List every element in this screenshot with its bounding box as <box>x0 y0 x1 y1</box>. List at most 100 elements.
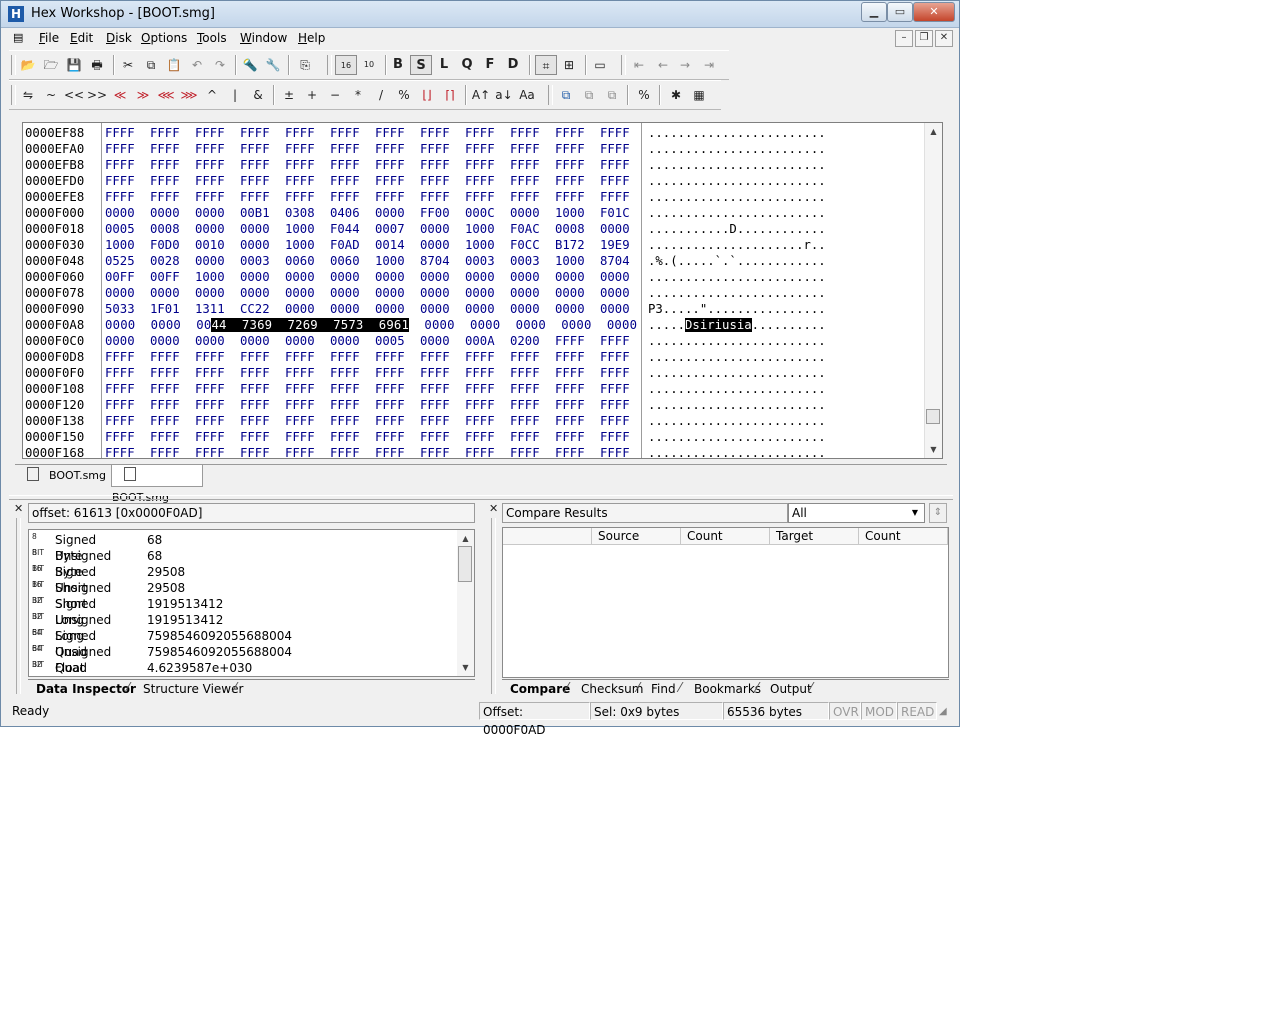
copy-icon[interactable]: ⧉ <box>140 55 162 75</box>
add-button[interactable]: + <box>301 85 323 105</box>
row-hex-bytes[interactable]: FFFF FFFF FFFF FFFF FFFF FFFF FFFF FFFF FFFF FFFF… <box>105 141 645 157</box>
row-hex-bytes[interactable]: 5033 1F01 1311 CC22 0000 0000 0000 0000 0000 0000… <box>105 301 645 317</box>
toggle-case-icon[interactable]: Aa <box>516 85 538 105</box>
menu-edit[interactable]: Edit <box>70 31 93 45</box>
row-ascii[interactable]: ........................ <box>648 429 826 445</box>
format-double-button[interactable]: D <box>502 55 524 75</box>
inspector-value[interactable]: 7598546092055688004 <box>147 644 292 660</box>
inspector-scrollbar[interactable]: ▲ ▼ <box>457 530 474 676</box>
row-hex-bytes[interactable]: 0000 0000 0000 0000 0000 0000 0005 0000 000A 0200… <box>105 333 645 349</box>
menu-tools[interactable]: Tools <box>197 31 227 45</box>
close-button[interactable]: ✕ <box>913 2 955 22</box>
last-icon[interactable]: ⇥ <box>698 55 720 75</box>
back-icon[interactable]: ← <box>652 55 674 75</box>
rotate-right-icon[interactable]: ≫ <box>132 85 154 105</box>
format-short-button[interactable]: S <box>410 55 432 75</box>
row-hex-bytes[interactable]: 1000 F0D0 0010 0000 1000 F0AD 0014 0000 1000 F0CC… <box>105 237 645 253</box>
compare-results-table[interactable]: Source Count Target Count <box>502 527 949 678</box>
tab-data-inspector[interactable]: Data Inspector <box>30 681 142 697</box>
row-hex-bytes[interactable]: FFFF FFFF FFFF FFFF FFFF FFFF FFFF FFFF FFFF FFFF… <box>105 429 645 445</box>
hex-editor-view[interactable]: 0000EF88 FFFF FFFF FFFF FFFF FFFF FFFF FFFF FFFF… <box>22 122 943 459</box>
window-icon[interactable]: ▭ <box>589 55 611 75</box>
inspector-value[interactable]: 1919513412 <box>147 596 223 612</box>
decimal-base-10-icon[interactable]: 10 <box>358 55 380 75</box>
row-hex-bytes[interactable]: FFFF FFFF FFFF FFFF FFFF FFFF FFFF FFFF FFFF FFFF… <box>105 413 645 429</box>
row-hex-bytes[interactable]: FFFF FFFF FFFF FFFF FFFF FFFF FFFF FFFF FFFF FFFF… <box>105 189 645 205</box>
format-byte-button[interactable]: B <box>387 55 409 75</box>
divide-button[interactable]: / <box>370 85 392 105</box>
goto-icon[interactable]: ⌗ <box>535 55 557 75</box>
inspector-value[interactable]: 29508 <box>147 564 185 580</box>
inspector-value[interactable]: 4.6239587e+030 <box>147 660 252 676</box>
find-icon[interactable]: 🔦 <box>239 55 261 75</box>
and-button[interactable]: & <box>247 85 269 105</box>
settings-gear-icon[interactable]: ✱ <box>665 85 687 105</box>
inspector-close-icon[interactable]: ✕ <box>14 503 24 515</box>
shift-right-button[interactable]: >> <box>86 85 108 105</box>
compare-grip[interactable] <box>491 518 496 694</box>
doc-tab-1[interactable]: BOOT.smg <box>15 465 111 487</box>
calculator-icon[interactable]: ▦ <box>688 85 710 105</box>
row-hex-bytes[interactable]: FFFF FFFF FFFF FFFF FFFF FFFF FFFF FFFF FFFF FFFF… <box>105 157 645 173</box>
tab-structure-viewer[interactable]: Structure Viewer <box>137 681 249 697</box>
print-icon[interactable]: 🖶 <box>86 55 108 75</box>
or-icon[interactable]: | <box>224 85 246 105</box>
menu-window[interactable]: Window <box>240 31 287 45</box>
toolbar-grip[interactable] <box>621 55 626 75</box>
row-ascii[interactable]: ........................ <box>648 365 826 381</box>
uppercase-icon[interactable]: A↑ <box>470 85 492 105</box>
row-hex-bytes[interactable]: FFFF FFFF FFFF FFFF FFFF FFFF FFFF FFFF FFFF FFFF… <box>105 445 645 458</box>
compare-icon[interactable]: ⧉ <box>555 85 577 105</box>
compare-prev-icon[interactable]: ⧉ <box>601 85 623 105</box>
toolbar-grip[interactable] <box>548 85 553 105</box>
block-shift-right-icon[interactable]: ⋙ <box>178 85 200 105</box>
floor-icon[interactable]: ⌊⌋ <box>416 85 438 105</box>
not-button[interactable]: ~ <box>40 85 62 105</box>
lowercase-icon[interactable]: a↓ <box>493 85 515 105</box>
tab-find[interactable]: Find <box>645 681 682 697</box>
row-ascii[interactable]: ........................ <box>648 349 826 365</box>
properties-icon[interactable]: ⎘ <box>294 55 316 75</box>
row-ascii[interactable]: ........................ <box>648 205 826 221</box>
inspector-grip[interactable] <box>16 518 21 694</box>
scroll-down-arrow-icon[interactable]: ▼ <box>925 441 942 458</box>
row-ascii[interactable]: .....................r.. <box>648 237 826 253</box>
data-inspector-list[interactable]: 32 BITFloat4.6239587e+03064 BITUnsigned … <box>28 529 475 677</box>
format-float-button[interactable]: F <box>479 55 501 75</box>
swap-icon[interactable]: ⇋ <box>17 85 39 105</box>
row-ascii[interactable]: ........................ <box>648 413 826 429</box>
row-ascii[interactable]: ........................ <box>648 157 826 173</box>
row-ascii[interactable]: ........................ <box>648 189 826 205</box>
format-quad-button[interactable]: Q <box>456 55 478 75</box>
row-ascii[interactable]: ........................ <box>648 141 826 157</box>
row-ascii[interactable]: P3....."................ <box>648 301 826 317</box>
save-icon[interactable]: 💾 <box>63 55 85 75</box>
row-ascii[interactable]: ........................ <box>648 333 826 349</box>
shift-left-button[interactable]: << <box>63 85 85 105</box>
paste-icon[interactable]: 📋 <box>163 55 185 75</box>
checksum-icon[interactable]: % <box>633 85 655 105</box>
inspector-value[interactable]: 68 <box>147 532 162 548</box>
negate-icon[interactable]: ± <box>278 85 300 105</box>
hex-selection[interactable]: 44 7369 7269 7573 6961 <box>211 318 410 332</box>
scroll-thumb[interactable] <box>458 546 472 582</box>
compare-col-count-2[interactable]: Count <box>859 528 948 545</box>
multiply-button[interactable]: * <box>347 85 369 105</box>
replace-icon[interactable]: 🔧 <box>262 55 284 75</box>
row-ascii[interactable]: .....Dsiriusia.......... <box>648 317 826 333</box>
row-hex-bytes[interactable]: FFFF FFFF FFFF FFFF FFFF FFFF FFFF FFFF FFFF FFFF… <box>105 349 645 365</box>
scroll-up-arrow-icon[interactable]: ▲ <box>925 123 942 140</box>
menu-help[interactable]: Help <box>298 31 325 45</box>
menu-options[interactable]: Options <box>141 31 187 45</box>
toolbar-grip[interactable] <box>11 55 16 75</box>
row-hex-bytes[interactable]: 0000 0000 0000 0000 0000 0000 0000 0000 0000 0000… <box>105 285 645 301</box>
mdi-close-button[interactable]: ✕ <box>935 30 953 47</box>
row-hex-bytes[interactable]: 00FF 00FF 1000 0000 0000 0000 0000 0000 0000 0000… <box>105 269 645 285</box>
row-ascii[interactable]: ........................ <box>648 269 826 285</box>
row-ascii[interactable]: ...........D............ <box>648 221 826 237</box>
row-hex-bytes[interactable]: FFFF FFFF FFFF FFFF FFFF FFFF FFFF FFFF FFFF FFFF… <box>105 381 645 397</box>
scroll-down-arrow-icon[interactable]: ▼ <box>457 659 474 676</box>
row-ascii[interactable]: ........................ <box>648 173 826 189</box>
scroll-up-arrow-icon[interactable]: ▲ <box>457 530 474 547</box>
row-hex-bytes[interactable]: 0525 0028 0000 0003 0060 0060 1000 8704 0003 0003… <box>105 253 645 269</box>
